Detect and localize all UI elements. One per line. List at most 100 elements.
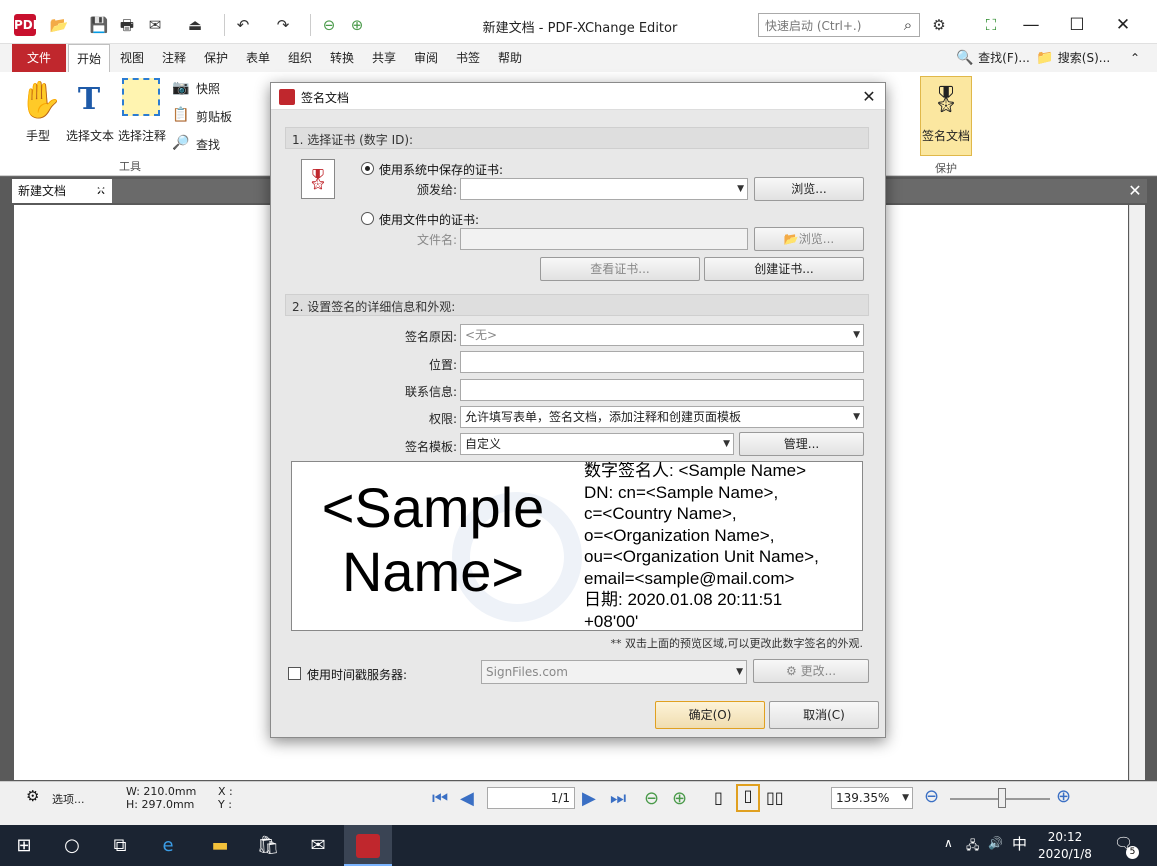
sign-document-dialog: 签名文档 ✕ 1. 选择证书 (数字 ID): 🎖 使用系统中保存的证书: 颁发…: [270, 82, 886, 738]
cortana-search-icon[interactable]: ○: [48, 825, 96, 866]
chevron-up-icon[interactable]: ∧: [944, 836, 953, 850]
zoom-field[interactable]: 139.35% ▼: [831, 787, 913, 809]
hand-icon[interactable]: ✋: [18, 78, 63, 124]
browse-system-button[interactable]: 浏览...: [754, 177, 864, 201]
ribbon-collapse-icon[interactable]: ⌃: [1126, 44, 1144, 72]
network-icon[interactable]: 🖧: [966, 836, 979, 857]
quick-launch-input[interactable]: 快速启动 (Ctrl+.): [758, 13, 920, 37]
back-icon[interactable]: ⊖: [318, 14, 340, 36]
timestamp-checkbox[interactable]: [288, 667, 301, 680]
signature-preview[interactable]: <Sample Name> 数字签名人: <Sample Name> DN: c…: [291, 461, 863, 631]
cancel-button[interactable]: 取消(C): [769, 701, 879, 729]
gear-icon[interactable]: ⚙: [26, 787, 39, 805]
next-page-icon[interactable]: ▶: [582, 788, 596, 809]
tab-bookmark[interactable]: 书签: [448, 44, 488, 72]
file-explorer-icon[interactable]: ▬: [196, 825, 244, 866]
two-pages-icon[interactable]: ▯▯: [766, 788, 784, 807]
tab-file[interactable]: 文件: [12, 44, 66, 72]
location-field[interactable]: [460, 351, 864, 373]
windows-start-icon[interactable]: ⊞: [0, 825, 48, 866]
search-icon[interactable]: ⌕: [898, 13, 918, 37]
create-cert-button[interactable]: 创建证书...: [704, 257, 864, 281]
issued-to-select[interactable]: ▼: [460, 178, 748, 200]
snapshot-button[interactable]: 快照: [196, 80, 220, 97]
redo-icon[interactable]: ↷: [272, 14, 294, 36]
tab-view[interactable]: 视图: [112, 44, 152, 72]
open-folder-icon[interactable]: 📂: [48, 14, 70, 36]
customize-icon[interactable]: ⚙: [928, 14, 950, 36]
email-icon[interactable]: ✉: [144, 14, 166, 36]
pdf-xchange-taskbar-icon[interactable]: [344, 825, 392, 866]
tab-protect[interactable]: 保护: [196, 44, 236, 72]
scan-icon[interactable]: ⏏: [184, 14, 206, 36]
tab-comment[interactable]: 注释: [154, 44, 194, 72]
close-all-tabs-button[interactable]: ✕: [1124, 179, 1146, 203]
timestamp-server-select[interactable]: SignFiles.com ▼: [481, 660, 747, 684]
select-text-icon[interactable]: T: [66, 82, 112, 117]
system-cert-label[interactable]: 使用系统中保存的证书:: [379, 161, 503, 178]
find-tool-button[interactable]: 查找: [196, 136, 220, 153]
clock[interactable]: 20:12 2020/1/8: [1030, 829, 1100, 863]
permission-select[interactable]: 允许填写表单，签名文档，添加注释和创建页面模板 ▼: [460, 406, 864, 428]
browse-file-button[interactable]: 📂浏览...: [754, 227, 864, 251]
tab-home[interactable]: 开始: [68, 44, 110, 72]
filename-field[interactable]: [460, 228, 748, 250]
zoom-out-icon[interactable]: ⊖: [924, 786, 939, 807]
tab-form[interactable]: 表单: [238, 44, 278, 72]
hand-tool-label[interactable]: 手型: [14, 127, 62, 144]
edge-browser-icon[interactable]: e: [144, 825, 192, 866]
search-button[interactable]: 搜索(S)...: [1056, 44, 1112, 72]
page-height-label: H: 297.0mm: [126, 798, 195, 811]
options-button[interactable]: 选项...: [52, 791, 85, 807]
contact-field[interactable]: [460, 379, 864, 401]
template-select[interactable]: 自定义 ▼: [460, 433, 734, 455]
vertical-scrollbar[interactable]: [1129, 205, 1145, 780]
file-cert-radio[interactable]: [361, 212, 374, 225]
save-icon[interactable]: 💾: [88, 14, 110, 36]
forward-icon[interactable]: ⊕: [346, 14, 368, 36]
zoom-in-icon[interactable]: ⊕: [1056, 786, 1071, 807]
close-button[interactable]: ✕: [1100, 8, 1146, 42]
volume-icon[interactable]: 🔊: [988, 836, 1003, 850]
ime-indicator[interactable]: 中: [1012, 833, 1027, 854]
view-back-icon[interactable]: ⊖: [644, 788, 659, 809]
tab-convert[interactable]: 转换: [322, 44, 362, 72]
page-number-field[interactable]: 1/1: [487, 787, 575, 809]
prev-page-icon[interactable]: ◀: [460, 788, 474, 809]
first-page-icon[interactable]: ⏮: [432, 788, 448, 809]
dialog-close-button[interactable]: ✕: [857, 85, 881, 109]
select-text-label[interactable]: 选择文本: [62, 127, 118, 144]
task-view-icon[interactable]: ⧉: [96, 825, 144, 866]
tab-share[interactable]: 共享: [364, 44, 404, 72]
reason-select[interactable]: <无> ▼: [460, 324, 864, 346]
tab-review[interactable]: 审阅: [406, 44, 446, 72]
mail-icon[interactable]: ✉: [294, 825, 342, 866]
select-annotation-icon[interactable]: [122, 78, 160, 116]
single-page-icon[interactable]: ▯: [714, 788, 723, 807]
fullscreen-icon[interactable]: ⛶: [980, 14, 1002, 36]
issued-to-label: 颁发给:: [416, 183, 457, 197]
view-cert-button[interactable]: 查看证书...: [540, 257, 700, 281]
print-icon[interactable]: 🖶: [116, 14, 138, 36]
maximize-button[interactable]: ☐: [1054, 8, 1100, 42]
minimize-button[interactable]: —: [1008, 8, 1054, 42]
continuous-page-icon[interactable]: ▯: [736, 784, 760, 812]
new-tab-button[interactable]: +: [92, 178, 110, 202]
select-annotation-label[interactable]: 选择注释: [116, 127, 168, 144]
tab-help[interactable]: 帮助: [490, 44, 530, 72]
tab-organize[interactable]: 组织: [280, 44, 320, 72]
file-cert-label[interactable]: 使用文件中的证书:: [379, 211, 479, 228]
timestamp-label[interactable]: 使用时间戳服务器:: [307, 666, 407, 683]
view-forward-icon[interactable]: ⊕: [672, 788, 687, 809]
change-button[interactable]: ⚙ 更改...: [753, 659, 869, 683]
protect-group-label: 保护: [935, 162, 957, 175]
store-icon[interactable]: 🛍: [244, 825, 292, 866]
clipboard-button[interactable]: 剪贴板: [196, 108, 232, 125]
ok-button[interactable]: 确定(O): [655, 701, 765, 729]
undo-icon[interactable]: ↶: [232, 14, 254, 36]
last-page-icon[interactable]: ⏭: [610, 788, 626, 809]
system-cert-radio[interactable]: [361, 162, 374, 175]
manage-button[interactable]: 管理...: [739, 432, 864, 456]
zoom-slider-thumb[interactable]: [998, 788, 1006, 808]
find-button[interactable]: 查找(F)...: [976, 44, 1032, 72]
